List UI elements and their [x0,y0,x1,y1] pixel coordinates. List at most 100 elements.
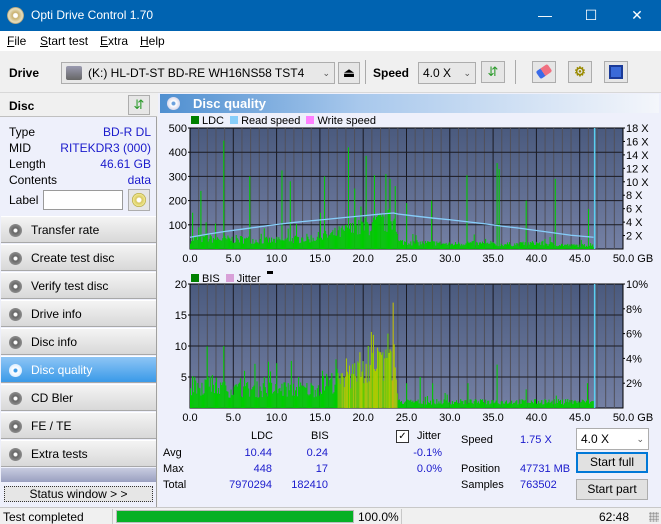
bis-bar [556,402,558,408]
status-window-button[interactable]: Status window > > [4,486,153,502]
save-button[interactable] [604,61,628,83]
bis-bar [252,387,254,408]
ldc-bar [544,239,546,249]
start-full-button[interactable]: Start full [576,452,648,473]
checkmark-icon: ✓ [398,431,407,442]
bis-bar [545,400,547,408]
ldc-bar [560,243,563,249]
erase-button[interactable] [532,61,556,83]
progress-fill [117,511,353,522]
ldc-bar [213,239,215,249]
maximize-button[interactable]: ☐ [568,0,614,31]
bis-bar [479,399,481,408]
nav-disc-quality[interactable]: Disc quality [1,356,156,383]
nav-disc-info[interactable]: Disc info [1,328,156,355]
bis-bar [398,399,400,408]
ldc-bar [467,241,469,249]
ldc-bar [485,238,487,249]
ldc-bar [444,243,446,249]
disc-refresh-button[interactable]: ⇵ [128,95,150,115]
menu-start-test[interactable]: Start test [40,34,88,48]
drive-select[interactable]: (K:) HL-DT-ST BD-RE WH16NS58 TST4 ⌄ [61,62,335,84]
ldc-bar [318,237,320,249]
speed-select[interactable]: 4.0 X ⌄ [418,62,476,84]
speed-stat-label: Speed [461,434,493,446]
ldc-bar [484,243,486,249]
ldc-bar [369,231,371,249]
ldc-bar [230,240,232,249]
bis-bar [435,404,437,408]
bis-bar [313,397,315,408]
label-input[interactable] [43,190,123,210]
bis-bar [303,385,305,408]
ldc-bar [469,242,471,249]
bis-bar [404,402,406,408]
ldc-bar [241,237,243,249]
ldc-bar [457,244,459,249]
jitter-checkbox[interactable]: ✓ [396,430,409,443]
ldc-bar [450,243,452,249]
ldc-bar [474,245,476,249]
ldc-bar [360,206,362,249]
test-speed-select[interactable]: 4.0 X ⌄ [576,428,649,450]
nav-drive-info[interactable]: Drive info [1,300,156,327]
start-part-button[interactable]: Start part [576,479,648,500]
bis-bar [477,401,479,408]
x-tick-label: 25.0 [396,412,417,423]
ldc-bar [330,233,332,249]
bis-bar [347,374,349,408]
eject-button[interactable]: ⏏ [338,62,360,84]
disc-quality-panel: Disc quality LDC Read speed Write speed … [158,93,661,507]
nav-cd-bler[interactable]: CD Bler [1,384,156,411]
minimize-button[interactable]: — [522,0,568,31]
bis-bar [551,400,553,408]
bis-bar [334,384,336,408]
bis-bar [580,401,582,408]
bis-bar [575,401,577,408]
nav-transfer-rate[interactable]: Transfer rate [1,216,156,243]
bis-bar [190,388,192,408]
ldc-bar [198,227,200,249]
nav-create-test-disc[interactable]: Create test disc [1,244,156,271]
nav-extra-tests[interactable]: Extra tests [1,440,156,467]
nav-verify-test-disc[interactable]: Verify test disc [1,272,156,299]
bis-bar [380,352,382,408]
bis-bar [227,391,229,408]
bis-bar [333,392,335,408]
ldc-bar [575,244,577,249]
ldc-bar [403,244,405,249]
ldc-bar [579,246,581,249]
bis-bar [219,393,221,408]
nav-fe-te[interactable]: FE / TE [1,412,156,439]
settings-button[interactable]: ⚙ [568,61,592,83]
ldc-bar [548,244,550,249]
label-disc-button[interactable] [128,189,150,211]
ldc-bar [400,240,402,249]
ldc-bar [543,245,545,249]
ldc-bar [574,245,576,249]
menu-help[interactable]: Help [140,34,165,48]
stats-avg-bis: 0.24 [306,447,328,459]
panel-header: Disc quality [160,94,659,113]
ldc-bar [539,242,541,249]
toolbar-separator [365,60,366,84]
ldc-bar [227,235,229,249]
bis-bar [424,396,426,408]
bis-bar [502,403,504,408]
ldc-bar [472,240,474,249]
menu-extra[interactable]: Extra [100,34,128,48]
bis-bar [251,389,253,408]
ldc-bar [276,236,278,249]
menu-file[interactable]: File [7,34,26,48]
bis-bar [422,400,424,408]
bis-bar [369,365,371,408]
close-button[interactable]: ✕ [614,0,660,31]
ldc-bar [562,244,564,249]
ldc-bar [297,236,299,249]
x-tick-label: 15.0 [309,253,330,265]
ldc-bar [313,240,315,249]
resize-grip-icon[interactable] [649,512,659,522]
ldc-bar [570,246,572,249]
refresh-button[interactable]: ⇵ [481,61,505,83]
jitter-avg: -0.1% [413,447,442,459]
